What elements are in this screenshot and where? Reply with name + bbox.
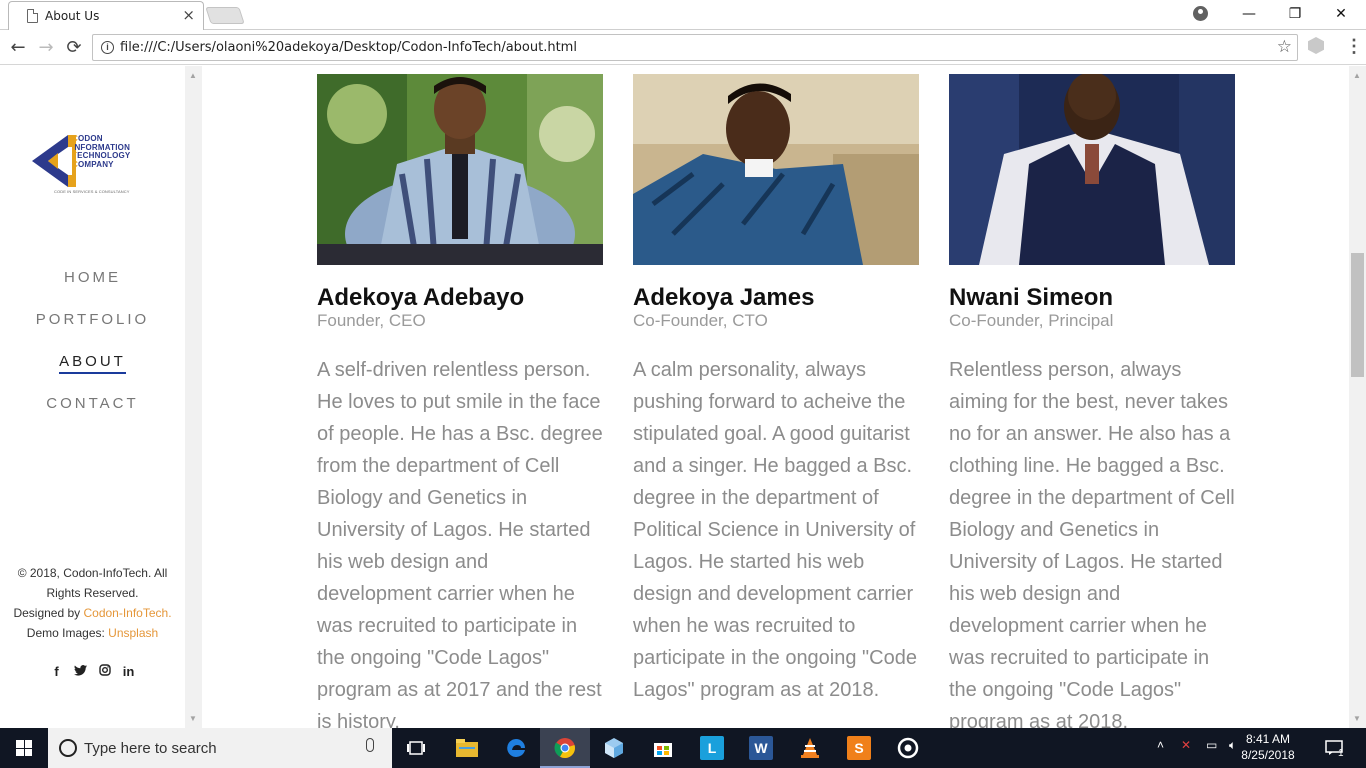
- team-section: Adekoya Adebayo Founder, CEO A self-driv…: [202, 66, 1348, 728]
- company-logo[interactable]: CODON INFORMATION TECHNOLOGY COMPANY COD…: [28, 133, 158, 203]
- forward-button[interactable]: →: [33, 35, 59, 59]
- team-photo-james: [633, 74, 919, 265]
- info-icon[interactable]: i: [101, 41, 114, 54]
- twitter-icon[interactable]: [74, 664, 88, 679]
- taskbar-search[interactable]: Type here to search: [48, 728, 392, 768]
- nav-portfolio[interactable]: PORTFOLIO: [0, 306, 185, 348]
- nav-contact[interactable]: CONTACT: [0, 390, 185, 432]
- team-photo-simeon: [949, 74, 1235, 265]
- scroll-up-icon[interactable]: ▲: [1353, 71, 1361, 80]
- designer-link[interactable]: Codon-InfoTech.: [83, 606, 171, 620]
- tray-overflow-icon[interactable]: ˄: [1157, 738, 1164, 752]
- network-icon[interactable]: ✕: [1181, 738, 1191, 752]
- word-icon[interactable]: W: [749, 736, 773, 760]
- facebook-icon[interactable]: f: [50, 664, 64, 679]
- clock-time: 8:41 AM: [1245, 732, 1291, 746]
- team-photo-adebayo: [317, 74, 603, 265]
- restore-button[interactable]: ❐: [1272, 0, 1318, 28]
- logo-mark-icon: [32, 135, 76, 187]
- sidebar-footer: © 2018, Codon-InfoTech. All Rights Reser…: [0, 563, 185, 643]
- social-links: f in: [0, 664, 185, 679]
- profile-icon[interactable]: [1193, 6, 1208, 21]
- member-role: Co-Founder, Principal: [949, 311, 1114, 330]
- team-card: Adekoya Adebayo Founder, CEO A self-driv…: [317, 74, 603, 728]
- file-explorer-icon[interactable]: [455, 736, 479, 760]
- member-name: Adekoya Adebayo: [317, 284, 525, 311]
- member-role: Co-Founder, CTO: [633, 311, 768, 330]
- member-bio: A calm personality, always pushing forwa…: [633, 359, 917, 701]
- microphone-icon[interactable]: [366, 738, 374, 752]
- system-clock[interactable]: 8:41 AM 8/25/2018: [1228, 731, 1308, 763]
- 3d-builder-icon[interactable]: [602, 736, 626, 760]
- start-button[interactable]: [0, 728, 48, 768]
- task-view-icon[interactable]: [404, 736, 428, 760]
- search-placeholder: Type here to search: [84, 740, 217, 757]
- vlc-icon[interactable]: [798, 736, 822, 760]
- scroll-up-icon[interactable]: ▲: [189, 71, 197, 80]
- team-card: Nwani Simeon Co-Founder, Principal Relen…: [949, 74, 1235, 728]
- edge-browser-icon[interactable]: [504, 736, 528, 760]
- close-window-button[interactable]: ✕: [1318, 0, 1364, 28]
- nav-home[interactable]: HOME: [0, 264, 185, 306]
- linkedin-icon[interactable]: in: [122, 664, 136, 679]
- browser-toolbar: ← → ⟳ i file:///C:/Users/olaoni%20adekoy…: [0, 30, 1366, 65]
- minimize-button[interactable]: —: [1226, 0, 1272, 28]
- url-text[interactable]: file:///C:/Users/olaoni%20adekoya/Deskto…: [120, 40, 577, 55]
- member-name: Nwani Simeon: [949, 284, 1114, 311]
- logo-wordmark: CODON INFORMATION TECHNOLOGY COMPANY: [72, 134, 131, 169]
- scroll-down-icon[interactable]: ▼: [189, 714, 197, 723]
- member-bio: A self-driven relentless person. He love…: [317, 359, 603, 728]
- designed-by: Designed by Codon-InfoTech.: [13, 606, 172, 620]
- unsplash-link[interactable]: Unsplash: [108, 626, 158, 640]
- clock-date: 8/25/2018: [1241, 748, 1295, 762]
- launcher-app-icon[interactable]: L: [700, 736, 724, 760]
- nav-about[interactable]: ABOUT: [0, 348, 185, 390]
- copyright-text: © 2018, Codon-InfoTech. All Rights Reser…: [17, 566, 168, 600]
- browser-menu-icon[interactable]: ⋮: [1345, 36, 1363, 57]
- bookmark-star-icon[interactable]: ☆: [1277, 37, 1292, 57]
- page-viewport: CODON INFORMATION TECHNOLOGY COMPANY COD…: [0, 66, 1366, 728]
- instagram-icon[interactable]: [98, 664, 112, 679]
- browser-tab[interactable]: About Us ×: [8, 1, 204, 30]
- scrollbar-thumb[interactable]: [1351, 253, 1364, 377]
- notification-count: 1: [1338, 748, 1344, 759]
- sidebar: CODON INFORMATION TECHNOLOGY COMPANY COD…: [0, 66, 185, 728]
- sidebar-scrollbar[interactable]: ▲ ▼: [185, 66, 202, 728]
- page-scrollbar[interactable]: ▲ ▼: [1349, 66, 1366, 728]
- page-icon: [27, 9, 38, 23]
- sublime-text-icon[interactable]: S: [847, 736, 871, 760]
- back-button[interactable]: ←: [5, 35, 31, 59]
- member-bio: Relentless person, always aiming for the…: [949, 359, 1235, 728]
- obs-record-icon[interactable]: [896, 736, 920, 760]
- address-bar[interactable]: i file:///C:/Users/olaoni%20adekoya/Desk…: [92, 34, 1298, 61]
- windows-logo-icon: [16, 740, 32, 756]
- store-icon[interactable]: [651, 736, 675, 760]
- member-role: Founder, CEO: [317, 311, 426, 330]
- team-card: Adekoya James Co-Founder, CTO A calm per…: [633, 74, 919, 706]
- chrome-icon[interactable]: [553, 736, 577, 760]
- windows-taskbar: Type here to search L W S ˄ ✕ ▭ 🔈︎ 8:41 …: [0, 728, 1366, 768]
- battery-icon[interactable]: ▭: [1206, 738, 1217, 752]
- scroll-down-icon[interactable]: ▼: [1353, 714, 1361, 723]
- new-tab-button[interactable]: [205, 7, 245, 24]
- tab-title: About Us: [45, 9, 100, 23]
- tab-strip: About Us × — ❐ ✕: [0, 0, 1366, 30]
- demo-images: Demo Images: Unsplash: [26, 626, 159, 640]
- cortana-icon: [59, 739, 77, 757]
- main-nav: HOME PORTFOLIO ABOUT CONTACT: [0, 264, 185, 432]
- extension-icon[interactable]: [1308, 37, 1324, 54]
- reload-button[interactable]: ⟳: [61, 35, 87, 59]
- logo-tagline: CODE IN SERVICES & CONSULTANCY: [54, 189, 130, 194]
- member-name: Adekoya James: [633, 284, 815, 311]
- tab-close-icon[interactable]: ×: [182, 7, 195, 23]
